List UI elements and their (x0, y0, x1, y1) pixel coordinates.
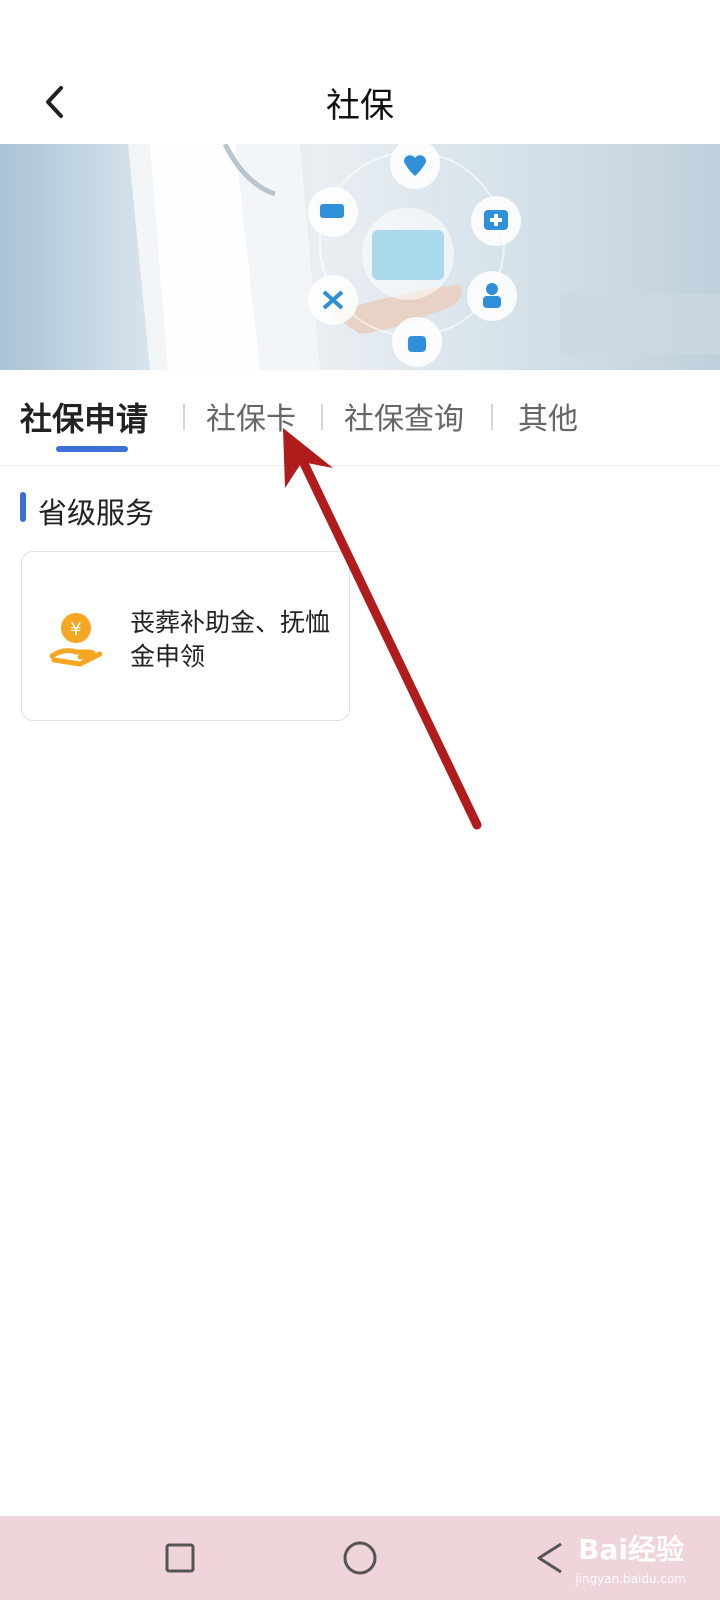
banner-image (0, 144, 720, 370)
banner-illustration (128, 144, 720, 370)
page-title: 社保 (326, 86, 394, 126)
tab-other[interactable]: 其他 (518, 394, 578, 438)
watermark-url: jingyan.baidu.com (575, 1572, 686, 1586)
tab-divider (321, 404, 323, 430)
system-navigation-bar: Bai经验 jingyan.baidu.com (0, 1516, 720, 1600)
svg-text:¥: ¥ (70, 619, 81, 640)
tab-bar: 社保申请 社保卡 社保查询 其他 (0, 380, 720, 466)
watermark-logo: Bai经验 (578, 1533, 684, 1566)
system-back-button[interactable] (528, 1536, 572, 1580)
section-title: 省级服务 (38, 496, 155, 530)
section-accent-bar (20, 492, 26, 522)
home-button[interactable] (338, 1536, 382, 1580)
status-bar (0, 0, 720, 60)
triangle-back-icon (537, 1542, 562, 1574)
tab-social-insurance-apply[interactable]: 社保申请 (20, 394, 148, 440)
circle-icon (343, 1541, 377, 1575)
square-icon (165, 1543, 195, 1573)
tab-divider (183, 404, 185, 430)
service-label: 丧葬补助金、抚恤金申领 (130, 608, 331, 671)
tab-social-insurance-query[interactable]: 社保查询 (344, 394, 464, 438)
service-card-funeral-subsidy[interactable]: ¥ 丧葬补助金、抚恤金申领 (21, 551, 350, 721)
yuan-hand-icon: ¥ (49, 610, 103, 668)
top-nav-bar: 社保 (0, 60, 720, 144)
active-tab-indicator (56, 446, 128, 452)
tab-divider (491, 404, 493, 430)
tab-social-insurance-card[interactable]: 社保卡 (206, 394, 296, 438)
recent-apps-button[interactable] (158, 1536, 202, 1580)
